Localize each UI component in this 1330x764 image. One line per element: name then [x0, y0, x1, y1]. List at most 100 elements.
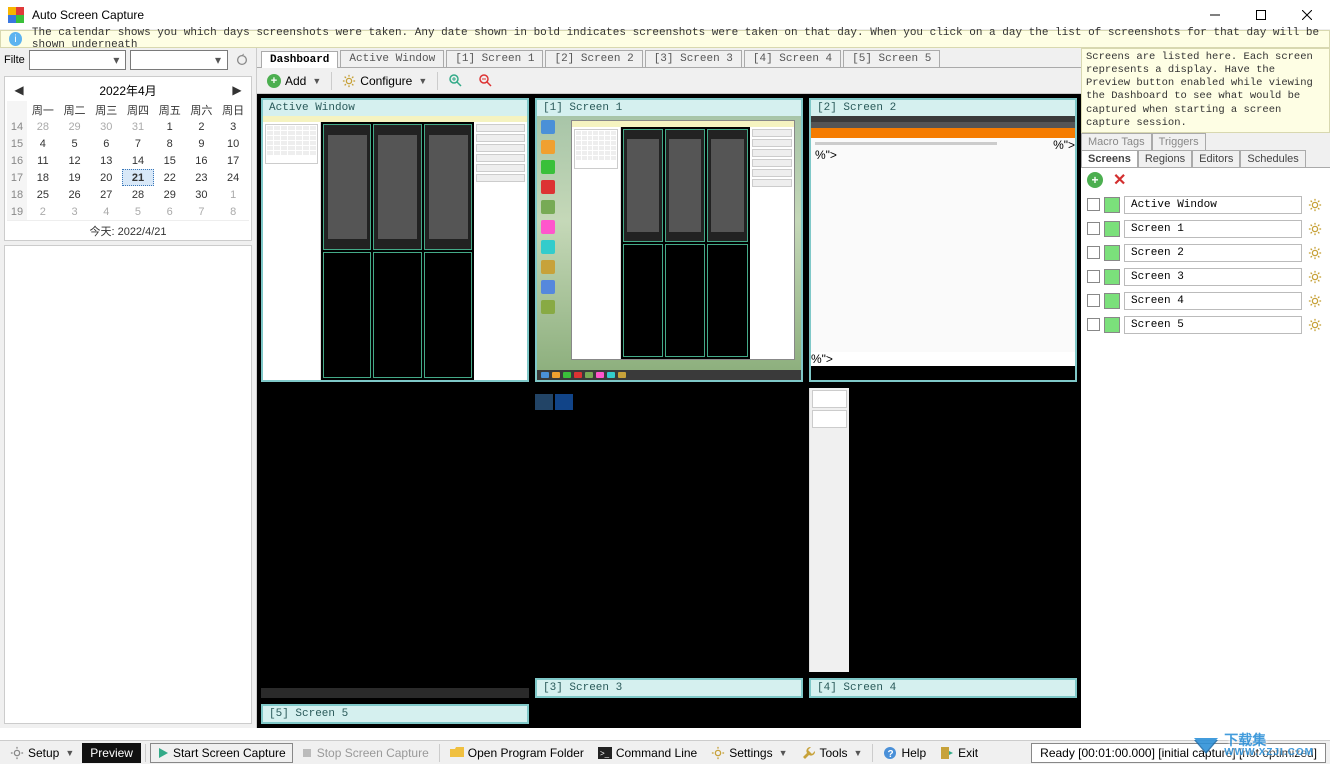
calendar-day[interactable]: 13	[90, 152, 122, 169]
calendar-day[interactable]: 28	[27, 118, 59, 135]
calendar-day[interactable]: 23	[186, 169, 218, 186]
right-tab[interactable]: Editors	[1192, 150, 1240, 167]
screen-settings-button[interactable]	[1306, 316, 1324, 334]
calendar-day[interactable]: 8	[217, 203, 249, 220]
calendar-day[interactable]: 14	[122, 152, 154, 169]
calendar-day[interactable]: 1	[217, 186, 249, 203]
screen-checkbox[interactable]	[1087, 198, 1100, 211]
calendar-day[interactable]: 20	[90, 169, 122, 186]
add-screen-button[interactable]: +	[1087, 172, 1103, 188]
screen-checkbox[interactable]	[1087, 246, 1100, 259]
calendar-day[interactable]: 15	[154, 152, 186, 169]
screen-name[interactable]: Screen 4	[1124, 292, 1302, 310]
right-tab[interactable]: Schedules	[1240, 150, 1305, 167]
calendar-day[interactable]: 2	[186, 118, 218, 135]
screen-tile[interactable]: [4] Screen 4	[809, 678, 1077, 698]
calendar-day[interactable]: 1	[154, 118, 186, 135]
calendar-day[interactable]: 27	[90, 186, 122, 203]
delete-screen-button[interactable]: ✕	[1113, 170, 1126, 190]
calendar-day[interactable]: 6	[90, 135, 122, 152]
calendar-day[interactable]: 29	[59, 118, 91, 135]
center-tab[interactable]: Dashboard	[261, 51, 338, 68]
screen-checkbox[interactable]	[1087, 318, 1100, 331]
calendar-day[interactable]: 21	[122, 169, 154, 186]
start-capture-button[interactable]: Start Screen Capture	[150, 743, 293, 763]
help-button[interactable]: ?Help	[877, 743, 932, 763]
configure-button[interactable]: Configure▼	[338, 72, 431, 90]
center-tab[interactable]: [2] Screen 2	[545, 50, 642, 67]
calendar-day[interactable]: 29	[154, 186, 186, 203]
refresh-filter-button[interactable]	[232, 50, 252, 70]
screen-tile[interactable]: [1] Screen 1	[535, 98, 803, 382]
calendar-day[interactable]: 3	[59, 203, 91, 220]
screen-checkbox[interactable]	[1087, 294, 1100, 307]
calendar-day[interactable]: 22	[154, 169, 186, 186]
calendar-day[interactable]: 30	[90, 118, 122, 135]
screen-name[interactable]: Screen 2	[1124, 244, 1302, 262]
center-tab[interactable]: [3] Screen 3	[645, 50, 742, 67]
calendar[interactable]: ◀ 2022年4月 ▶ 周一周二周三周四周五周六周日14282930311231…	[4, 76, 252, 241]
calendar-next-button[interactable]: ▶	[229, 83, 245, 97]
calendar-day[interactable]: 7	[186, 203, 218, 220]
right-tab[interactable]: Screens	[1081, 150, 1138, 167]
calendar-day[interactable]: 7	[122, 135, 154, 152]
screen-color-swatch[interactable]	[1104, 245, 1120, 261]
setup-button[interactable]: Setup▼	[4, 743, 80, 763]
minimize-button[interactable]	[1192, 0, 1238, 29]
right-tab[interactable]: Triggers	[1152, 133, 1206, 150]
calendar-day[interactable]: 19	[59, 169, 91, 186]
open-folder-button[interactable]: Open Program Folder	[444, 743, 590, 763]
screen-checkbox[interactable]	[1087, 270, 1100, 283]
screen-tile[interactable]: [5] Screen 5	[261, 704, 529, 724]
center-tab[interactable]: [4] Screen 4	[744, 50, 841, 67]
center-tab[interactable]: Active Window	[340, 50, 444, 67]
calendar-day[interactable]: 11	[27, 152, 59, 169]
screen-tile[interactable]: Active Window	[261, 98, 529, 382]
screen-tile[interactable]: [3] Screen 3	[535, 678, 803, 698]
center-tab[interactable]: [1] Screen 1	[446, 50, 543, 67]
calendar-day[interactable]: 28	[122, 186, 154, 203]
maximize-button[interactable]	[1238, 0, 1284, 29]
calendar-day[interactable]: 26	[59, 186, 91, 203]
screen-name[interactable]: Screen 3	[1124, 268, 1302, 286]
calendar-day[interactable]: 4	[90, 203, 122, 220]
screen-color-swatch[interactable]	[1104, 317, 1120, 333]
calendar-day[interactable]: 9	[186, 135, 218, 152]
calendar-day[interactable]: 10	[217, 135, 249, 152]
calendar-day[interactable]: 8	[154, 135, 186, 152]
right-tab[interactable]: Macro Tags	[1081, 133, 1152, 150]
preview-button[interactable]: Preview	[82, 743, 141, 763]
calendar-prev-button[interactable]: ◀	[11, 83, 27, 97]
calendar-day[interactable]: 2	[27, 203, 59, 220]
exit-button[interactable]: Exit	[934, 743, 984, 763]
filter-value-combo[interactable]: ▾	[130, 50, 228, 70]
screen-settings-button[interactable]	[1306, 196, 1324, 214]
zoom-out-button[interactable]	[474, 71, 498, 91]
screen-settings-button[interactable]	[1306, 220, 1324, 238]
screen-color-swatch[interactable]	[1104, 197, 1120, 213]
settings-button[interactable]: Settings▼	[705, 743, 793, 763]
screen-name[interactable]: Screen 5	[1124, 316, 1302, 334]
screen-color-swatch[interactable]	[1104, 221, 1120, 237]
close-button[interactable]	[1284, 0, 1330, 29]
tools-button[interactable]: Tools▼	[796, 743, 869, 763]
calendar-day[interactable]: 24	[217, 169, 249, 186]
calendar-today[interactable]: 今天: 2022/4/21	[7, 220, 249, 238]
calendar-day[interactable]: 31	[122, 118, 154, 135]
screen-settings-button[interactable]	[1306, 268, 1324, 286]
calendar-day[interactable]: 17	[217, 152, 249, 169]
calendar-day[interactable]: 30	[186, 186, 218, 203]
calendar-day[interactable]: 4	[27, 135, 59, 152]
screen-color-swatch[interactable]	[1104, 269, 1120, 285]
screen-name[interactable]: Active Window	[1124, 196, 1302, 214]
screen-color-swatch[interactable]	[1104, 293, 1120, 309]
screen-name[interactable]: Screen 1	[1124, 220, 1302, 238]
calendar-day[interactable]: 18	[27, 169, 59, 186]
zoom-in-button[interactable]	[444, 71, 468, 91]
filter-type-combo[interactable]: ▾	[29, 50, 127, 70]
screen-tile[interactable]: [2] Screen 2%">%">%">%">%">	[809, 98, 1077, 382]
screen-settings-button[interactable]	[1306, 292, 1324, 310]
calendar-day[interactable]: 6	[154, 203, 186, 220]
command-line-button[interactable]: >_Command Line	[592, 743, 703, 763]
calendar-day[interactable]: 12	[59, 152, 91, 169]
